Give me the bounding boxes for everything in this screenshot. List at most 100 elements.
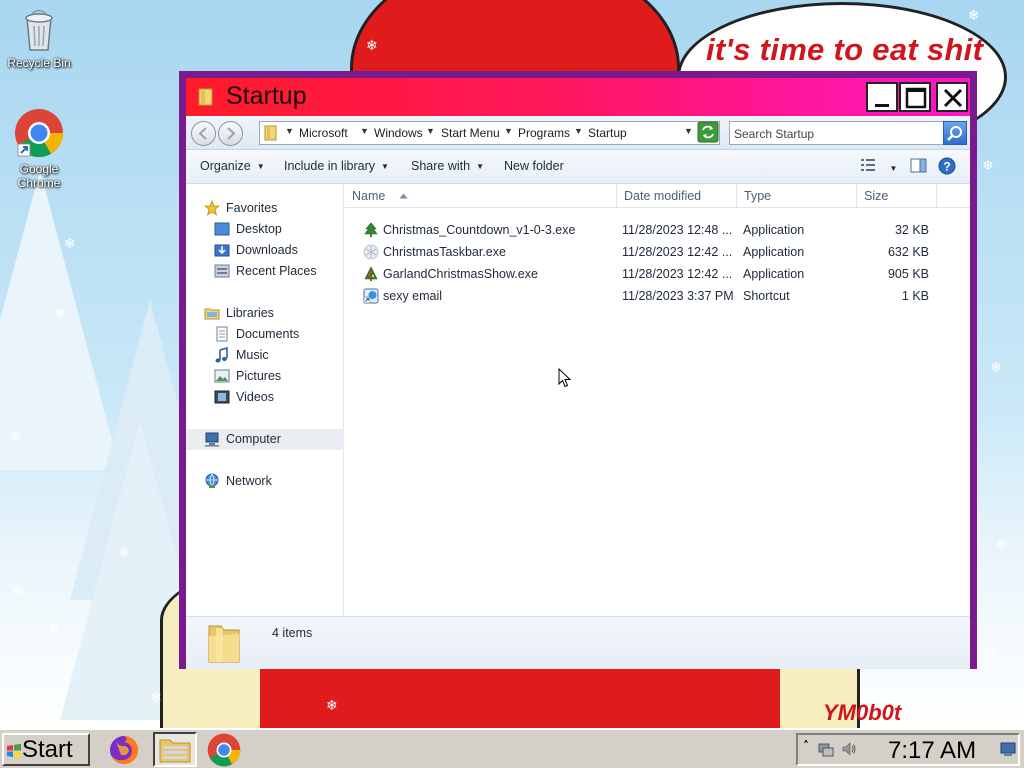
speech-bubble-text: it's time to eat shit [706, 32, 984, 67]
taskbar-app-google-chrome[interactable] [202, 732, 246, 767]
snowflake-icon: ❄ [984, 646, 996, 662]
column-header-date-modified[interactable]: Date modified [617, 184, 737, 208]
file-row[interactable]: GarlandChristmasShow.exe 11/28/2023 12:4… [345, 263, 970, 285]
window-titlebar[interactable]: Startup [186, 78, 970, 116]
address-history-dropdown-icon[interactable]: ▼ [684, 126, 693, 136]
file-date: 11/28/2023 12:42 ... [622, 245, 733, 259]
navigation-bar: ▼ Microsoft ▼ Windows ▼ Start Menu ▼ Pro… [186, 116, 970, 150]
network-status-icon[interactable] [818, 741, 834, 757]
breadcrumb-separator-icon[interactable]: ▼ [360, 126, 369, 136]
clock[interactable]: 7:17 AM [888, 737, 976, 765]
taskbar-app-file-explorer[interactable] [153, 732, 197, 767]
chrome-icon [15, 109, 64, 158]
network-icon [204, 473, 220, 489]
file-row[interactable]: sexy email 11/28/2023 3:37 PM Shortcut 1… [345, 285, 970, 307]
organize-button[interactable]: Organize ▼ [200, 159, 265, 173]
breadcrumb-start-menu[interactable]: Start Menu [441, 126, 500, 140]
folder-icon [208, 625, 240, 663]
breadcrumb-programs[interactable]: Programs [518, 126, 570, 140]
computer-icon [204, 431, 220, 447]
include-in-library-label: Include in library [284, 159, 376, 173]
back-button[interactable] [191, 121, 216, 146]
nav-favorites[interactable]: Favorites [186, 198, 344, 219]
help-icon: ? [938, 157, 956, 175]
nav-downloads[interactable]: Downloads [186, 240, 344, 261]
breadcrumb-dropdown-icon[interactable]: ▼ [285, 126, 294, 136]
forward-button[interactable] [218, 121, 243, 146]
show-hidden-icons-button[interactable]: ˄ [803, 739, 809, 753]
show-desktop-icon[interactable] [1000, 741, 1016, 757]
breadcrumb-windows[interactable]: Windows [374, 126, 423, 140]
desktop-icon-recycle-bin[interactable]: Recycle Bin [3, 8, 75, 70]
maximize-button[interactable] [899, 82, 931, 112]
garland-tree-icon [363, 266, 379, 282]
nav-computer[interactable]: Computer [186, 429, 344, 450]
documents-icon [214, 326, 230, 342]
nav-documents[interactable]: Documents [186, 324, 344, 345]
system-tray: ˄ 7:17 AM [796, 733, 1020, 766]
item-count: 4 items [272, 626, 313, 640]
breadcrumb-microsoft[interactable]: Microsoft [299, 126, 348, 140]
column-header-size[interactable]: Size [857, 184, 937, 208]
breadcrumb-separator-icon[interactable]: ▼ [574, 126, 583, 136]
file-date: 11/28/2023 12:42 ... [622, 267, 733, 281]
file-name: sexy email [383, 289, 443, 303]
nav-label: Libraries [226, 306, 274, 320]
file-size: 905 KB [887, 267, 929, 281]
chevron-down-icon: ▼ [889, 164, 898, 173]
include-in-library-button[interactable]: Include in library ▼ [284, 159, 389, 173]
preview-pane-button[interactable] [910, 158, 927, 176]
nav-pictures[interactable]: Pictures [186, 366, 344, 387]
refresh-button[interactable] [697, 121, 719, 143]
firefox-icon [110, 735, 139, 764]
nav-recent-places[interactable]: Recent Places [186, 261, 344, 282]
close-button[interactable] [936, 82, 968, 112]
desktop-icon-google-chrome[interactable]: Google Chrome [3, 108, 75, 190]
nav-desktop[interactable]: Desktop [186, 219, 344, 240]
new-folder-label: New folder [504, 159, 564, 173]
breadcrumb-separator-icon[interactable]: ▼ [504, 126, 513, 136]
breadcrumb-separator-icon[interactable]: ▼ [426, 126, 435, 136]
snowflake-icon: ❄ [118, 545, 130, 561]
help-button[interactable]: ? [938, 157, 956, 178]
forward-arrow-icon [227, 127, 236, 140]
snowflake-icon: ❄ [54, 306, 66, 322]
taskbar: Start ˄ 7:17 AM [0, 728, 1024, 768]
nav-libraries[interactable]: Libraries [186, 303, 344, 324]
search-input[interactable]: Search Startup [729, 121, 967, 145]
taskbar-app-firefox[interactable] [102, 732, 146, 767]
file-row[interactable]: ChristmasTaskbar.exe 11/28/2023 12:42 ..… [345, 241, 970, 263]
nav-label: Computer [226, 432, 281, 446]
nav-music[interactable]: Music [186, 345, 344, 366]
nav-network[interactable]: Network [186, 471, 344, 492]
window-title: Startup [226, 82, 307, 110]
nav-label: Documents [236, 327, 300, 341]
column-header-type[interactable]: Type [737, 184, 857, 208]
folder-icon [198, 88, 213, 106]
minimize-button[interactable] [866, 82, 898, 112]
search-button[interactable] [943, 121, 967, 145]
nav-videos[interactable]: Videos [186, 387, 344, 408]
file-name: GarlandChristmasShow.exe [383, 267, 538, 281]
share-with-button[interactable]: Share with ▼ [411, 159, 484, 173]
status-bar: 4 items [186, 616, 970, 669]
christmas-tree-icon [363, 222, 379, 238]
snowflake-icon [363, 244, 379, 260]
file-list: Name Date modified Type Size Christmas_C… [345, 184, 970, 616]
volume-icon[interactable] [841, 741, 857, 757]
address-bar[interactable]: ▼ Microsoft ▼ Windows ▼ Start Menu ▼ Pro… [259, 121, 720, 145]
breadcrumb-startup[interactable]: Startup [588, 126, 627, 140]
column-headers: Name Date modified Type Size [345, 184, 970, 208]
videos-icon [214, 389, 230, 405]
start-button[interactable]: Start [2, 733, 90, 766]
chevron-down-icon: ▼ [476, 162, 484, 171]
view-options-button[interactable]: ▼ [860, 158, 897, 175]
column-header-name[interactable]: Name [345, 184, 617, 208]
recent-places-icon [214, 263, 230, 279]
pictures-icon [214, 368, 230, 384]
organize-label: Organize [200, 159, 251, 173]
desktop-icon [214, 221, 230, 237]
file-row[interactable]: Christmas_Countdown_v1-0-3.exe 11/28/202… [345, 219, 970, 241]
new-folder-button[interactable]: New folder [504, 159, 564, 173]
file-size: 1 KB [901, 289, 929, 303]
